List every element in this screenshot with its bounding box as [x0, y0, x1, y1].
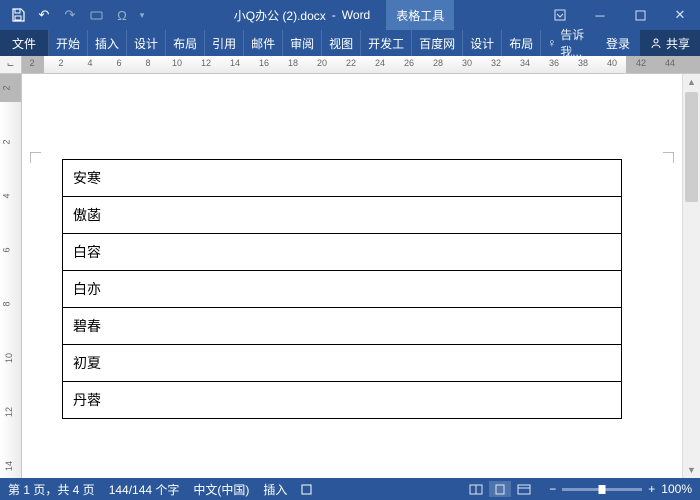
web-layout-icon[interactable]: [513, 481, 535, 497]
scroll-down-icon[interactable]: ▼: [683, 462, 700, 478]
tab-review[interactable]: 审阅: [283, 30, 322, 56]
close-icon[interactable]: ✕: [660, 0, 700, 30]
share-button[interactable]: 共享: [640, 30, 700, 56]
zoom-control: − + 100%: [549, 482, 692, 496]
tab-insert[interactable]: 插入: [88, 30, 127, 56]
tab-mailings[interactable]: 邮件: [244, 30, 283, 56]
zoom-in-icon[interactable]: +: [648, 482, 655, 496]
tab-table-design[interactable]: 设计: [463, 30, 502, 56]
table-cell[interactable]: 傲菡: [63, 197, 622, 234]
tab-developer[interactable]: 开发工: [361, 30, 412, 56]
symbol-icon[interactable]: Ω: [110, 3, 134, 27]
status-words[interactable]: 144/144 个字: [109, 481, 180, 498]
tab-references[interactable]: 引用: [205, 30, 244, 56]
status-insert[interactable]: 插入: [263, 481, 287, 498]
table-row[interactable]: 白亦: [63, 271, 622, 308]
workspace: 22468101214 安寒傲菡白容白亦碧春初夏丹蓉 ▲ ▼: [0, 74, 700, 478]
quick-access-toolbar: ↶ ↷ Ω ▾: [0, 3, 148, 27]
scroll-thumb[interactable]: [685, 92, 698, 202]
tab-layout[interactable]: 布局: [166, 30, 205, 56]
macro-icon[interactable]: [301, 484, 312, 495]
redo-icon[interactable]: ↷: [58, 3, 82, 27]
maximize-icon[interactable]: [620, 0, 660, 30]
page: 安寒傲菡白容白亦碧春初夏丹蓉: [22, 74, 682, 419]
save-icon[interactable]: [6, 3, 30, 27]
touch-mode-icon[interactable]: [84, 3, 108, 27]
table-row[interactable]: 初夏: [63, 345, 622, 382]
tell-me[interactable]: ♀告诉我...: [541, 30, 596, 56]
table-cell[interactable]: 初夏: [63, 345, 622, 382]
table-cell[interactable]: 丹蓉: [63, 382, 622, 419]
horizontal-ruler[interactable]: 2246810121416182022242628303234363840424…: [22, 56, 700, 73]
table-row[interactable]: 安寒: [63, 160, 622, 197]
print-layout-icon[interactable]: [489, 481, 511, 497]
titlebar-title: 小Q办公 (2).docx - Word 表格工具: [148, 0, 540, 30]
document-table[interactable]: 安寒傲菡白容白亦碧春初夏丹蓉: [62, 159, 622, 419]
lightbulb-icon: ♀: [547, 36, 556, 50]
tab-table-layout[interactable]: 布局: [502, 30, 541, 56]
tab-view[interactable]: 视图: [322, 30, 361, 56]
read-mode-icon[interactable]: [465, 481, 487, 497]
scroll-up-icon[interactable]: ▲: [683, 74, 700, 90]
status-bar: 第 1 页，共 4 页 144/144 个字 中文(中国) 插入 − + 100…: [0, 478, 700, 500]
table-cell[interactable]: 白容: [63, 234, 622, 271]
status-lang[interactable]: 中文(中国): [193, 481, 249, 498]
document-area[interactable]: 安寒傲菡白容白亦碧春初夏丹蓉: [22, 74, 682, 478]
tab-file[interactable]: 文件: [0, 30, 49, 56]
zoom-value[interactable]: 100%: [661, 482, 692, 496]
contextual-tab-label: 表格工具: [386, 0, 454, 30]
app-name: Word: [342, 8, 370, 22]
tab-baidu[interactable]: 百度网: [412, 30, 463, 56]
vertical-ruler[interactable]: 22468101214: [0, 74, 22, 478]
login-button[interactable]: 登录: [596, 30, 640, 56]
view-buttons: [465, 481, 535, 497]
table-cell[interactable]: 白亦: [63, 271, 622, 308]
horizontal-ruler-row: ⌙ 22468101214161820222426283032343638404…: [0, 56, 700, 74]
tab-design[interactable]: 设计: [127, 30, 166, 56]
tab-home[interactable]: 开始: [49, 30, 88, 56]
status-page[interactable]: 第 1 页，共 4 页: [8, 481, 95, 498]
zoom-out-icon[interactable]: −: [549, 482, 556, 496]
table-row[interactable]: 丹蓉: [63, 382, 622, 419]
table-row[interactable]: 碧春: [63, 308, 622, 345]
table-cell[interactable]: 安寒: [63, 160, 622, 197]
table-row[interactable]: 傲菡: [63, 197, 622, 234]
undo-icon[interactable]: ↶: [32, 3, 56, 27]
table-cell[interactable]: 碧春: [63, 308, 622, 345]
table-row[interactable]: 白容: [63, 234, 622, 271]
ribbon-tabs: 文件 开始 插入 设计 布局 引用 邮件 审阅 视图 开发工 百度网 设计 布局…: [0, 30, 700, 56]
ruler-corner[interactable]: ⌙: [0, 56, 22, 73]
vertical-scrollbar[interactable]: ▲ ▼: [682, 74, 700, 478]
qat-dropdown-icon[interactable]: ▾: [136, 3, 148, 27]
doc-name: 小Q办公 (2).docx: [234, 7, 326, 24]
zoom-slider[interactable]: [562, 488, 642, 491]
share-icon: [650, 37, 662, 49]
